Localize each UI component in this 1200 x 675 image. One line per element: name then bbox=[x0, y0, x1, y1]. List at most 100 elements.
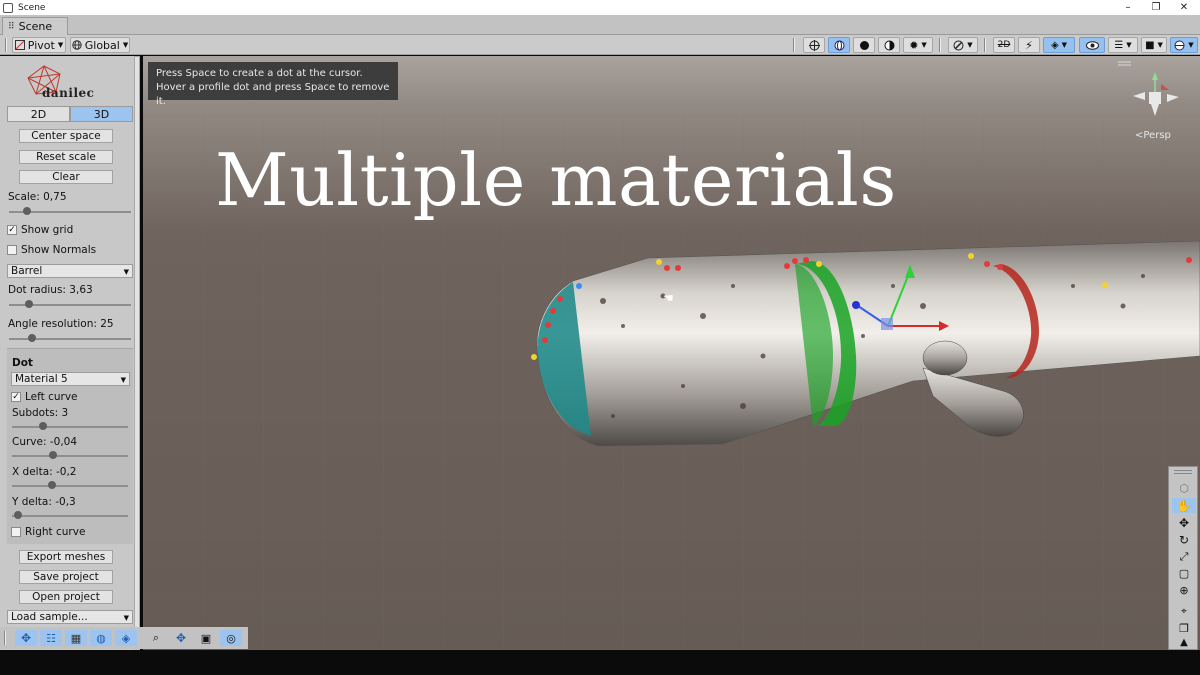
lit-view-button[interactable] bbox=[878, 37, 900, 53]
transform-tool-button[interactable]: ⊕ bbox=[1172, 583, 1196, 598]
scene-viewport[interactable]: ☚ Press Space to create a dot at the cur… bbox=[143, 56, 1200, 650]
projection-toggle[interactable]: <Persp bbox=[1135, 130, 1171, 141]
close-icon[interactable]: ✕ bbox=[1170, 0, 1198, 15]
chevron-down-icon: ▼ bbox=[1061, 41, 1068, 49]
wireframe-view-button[interactable] bbox=[803, 37, 825, 53]
solid-sphere-icon bbox=[859, 40, 869, 50]
x-delta-slider-knob[interactable] bbox=[47, 481, 56, 489]
debug-draw-dropdown[interactable]: ✹ ▼ bbox=[903, 37, 933, 53]
tool-panel: danilec 2D 3D Center space Reset scale C… bbox=[0, 56, 140, 650]
left-curve-checkbox[interactable]: ✓ Left curve bbox=[11, 391, 78, 403]
tab-scene[interactable]: ⠿ Scene bbox=[2, 17, 68, 35]
grid-tool-button[interactable]: ▦ bbox=[65, 630, 87, 646]
show-normals-label: Show Normals bbox=[21, 244, 97, 256]
unity-app-icon bbox=[3, 2, 13, 13]
layers-tool-button[interactable]: ◈ bbox=[115, 630, 137, 646]
y-delta-slider-knob[interactable] bbox=[14, 511, 23, 519]
checkbox-box[interactable]: ✓ bbox=[7, 225, 17, 235]
export-meshes-button[interactable]: Export meshes bbox=[19, 550, 113, 564]
checkbox-box[interactable] bbox=[11, 527, 21, 537]
subdots-slider-knob[interactable] bbox=[39, 422, 47, 430]
layers-dropdown[interactable]: ☰ ▼ bbox=[1108, 37, 1138, 53]
viewport-hint: Press Space to create a dot at the curso… bbox=[148, 62, 398, 107]
overlay-tool-button[interactable]: ☷ bbox=[40, 630, 62, 646]
duplicate-tool-button[interactable]: ❐ bbox=[1172, 621, 1196, 636]
panel-scrollbar-thumb[interactable] bbox=[134, 56, 140, 631]
scale-slider[interactable] bbox=[9, 207, 131, 215]
scene-view-tools: ⌕ ✥ ▣ ◎ bbox=[143, 627, 248, 649]
scale-slider-knob[interactable] bbox=[22, 207, 31, 215]
reset-scale-button[interactable]: Reset scale bbox=[19, 150, 113, 164]
layers-icon: ◈ bbox=[1050, 39, 1059, 51]
pivot-dropdown[interactable]: Pivot ▼ bbox=[12, 37, 66, 53]
logo-text: danilec bbox=[42, 86, 95, 100]
shape-select[interactable]: Barrel ▼ bbox=[7, 264, 133, 278]
dot-radius-slider[interactable] bbox=[9, 300, 131, 308]
rotate-tool-button[interactable]: ↻ bbox=[1172, 532, 1196, 547]
load-sample-select[interactable]: Load sample... ▼ bbox=[7, 610, 133, 624]
gizmos-dropdown[interactable]: ▼ bbox=[1170, 37, 1198, 53]
sphere-tool-button[interactable]: ◍ bbox=[90, 630, 112, 646]
rect-tool-button[interactable]: ▢ bbox=[1172, 566, 1196, 581]
overlay-title: Multiple materials bbox=[215, 138, 897, 222]
shaded-wireframe-button[interactable] bbox=[828, 37, 850, 53]
hint-line-2: Hover a profile dot and press Space to r… bbox=[156, 82, 390, 107]
pan-tool-button[interactable]: ✥ bbox=[170, 630, 192, 646]
move-tool-button[interactable]: ✥ bbox=[1172, 515, 1196, 530]
layers-icon: ◈ bbox=[121, 631, 131, 645]
search-icon: ⌕ bbox=[152, 631, 160, 644]
chevron-down-icon: ▼ bbox=[921, 41, 927, 49]
clear-button[interactable]: Clear bbox=[19, 170, 113, 184]
terrain-tool-button[interactable]: ▲ bbox=[1172, 635, 1196, 650]
y-delta-slider[interactable] bbox=[12, 511, 128, 519]
rotate-icon: ↻ bbox=[1178, 532, 1190, 547]
center-space-button[interactable]: Center space bbox=[19, 129, 113, 143]
curve-slider[interactable] bbox=[12, 451, 128, 459]
load-sample-value: Load sample... bbox=[11, 611, 88, 623]
global-dropdown[interactable]: Global ▼ bbox=[70, 37, 130, 53]
move-tool-button[interactable]: ✥ bbox=[15, 630, 37, 646]
curve-slider-knob[interactable] bbox=[48, 451, 57, 459]
open-project-button[interactable]: Open project bbox=[19, 590, 113, 604]
shaded-view-button[interactable] bbox=[853, 37, 875, 53]
x-delta-slider[interactable] bbox=[12, 481, 128, 489]
mode-3d-button[interactable]: 3D bbox=[70, 106, 133, 122]
chevron-down-icon: ▼ bbox=[122, 41, 129, 49]
render-tool-button[interactable]: ▣ bbox=[195, 630, 217, 646]
eye-icon bbox=[1085, 40, 1099, 50]
subdots-slider[interactable] bbox=[12, 422, 128, 430]
custom-tool-button[interactable]: ⌖ bbox=[1172, 604, 1196, 619]
panel-scrollbar[interactable] bbox=[134, 56, 140, 650]
move-icon: ✥ bbox=[1178, 515, 1190, 530]
hand-tool-button[interactable]: ✋ bbox=[1172, 498, 1196, 513]
bug-icon: ✹ bbox=[909, 38, 919, 52]
show-normals-checkbox[interactable]: Show Normals bbox=[7, 244, 96, 256]
camera-dropdown[interactable]: ■ ▼ bbox=[1141, 37, 1167, 53]
scene-visibility-dropdown[interactable]: ▼ bbox=[948, 37, 978, 53]
checkbox-box[interactable]: ✓ bbox=[11, 392, 21, 402]
toggle-2d-button[interactable]: 2D bbox=[993, 37, 1015, 53]
effects-dropdown[interactable]: ◈ ▼ bbox=[1043, 37, 1075, 53]
material-select[interactable]: Material 5 ▼ bbox=[11, 372, 130, 386]
zoom-tool-button[interactable]: ⌕ bbox=[145, 630, 167, 646]
show-grid-checkbox[interactable]: ✓ Show grid bbox=[7, 224, 73, 236]
minimize-icon[interactable]: – bbox=[1114, 0, 1142, 15]
scene-visibility-toggle[interactable] bbox=[1079, 37, 1105, 53]
save-project-button[interactable]: Save project bbox=[19, 570, 113, 584]
gizmo-globe-icon bbox=[1174, 40, 1185, 50]
lighting-toggle-button[interactable]: ⚡ bbox=[1018, 37, 1040, 53]
sliders-icon: ☷ bbox=[46, 631, 56, 645]
restore-icon[interactable]: ❐ bbox=[1142, 0, 1170, 15]
right-curve-checkbox[interactable]: Right curve bbox=[11, 526, 85, 538]
scale-tool-button[interactable]: ⤢ bbox=[1172, 549, 1196, 564]
compass-tool-button[interactable]: ◎ bbox=[220, 630, 242, 646]
show-grid-label: Show grid bbox=[21, 224, 74, 236]
bottom-tool-strip: ✥ ☷ ▦ ◍ ◈ bbox=[0, 627, 143, 649]
dot-radius-slider-knob[interactable] bbox=[24, 300, 33, 308]
checkbox-box[interactable] bbox=[7, 245, 17, 255]
view-tool-button[interactable]: ⬡ bbox=[1172, 481, 1196, 496]
material-select-value: Material 5 bbox=[15, 373, 68, 385]
angle-resolution-slider[interactable] bbox=[9, 334, 131, 342]
mode-2d-button[interactable]: 2D bbox=[7, 106, 70, 122]
angle-resolution-slider-knob[interactable] bbox=[28, 334, 37, 342]
